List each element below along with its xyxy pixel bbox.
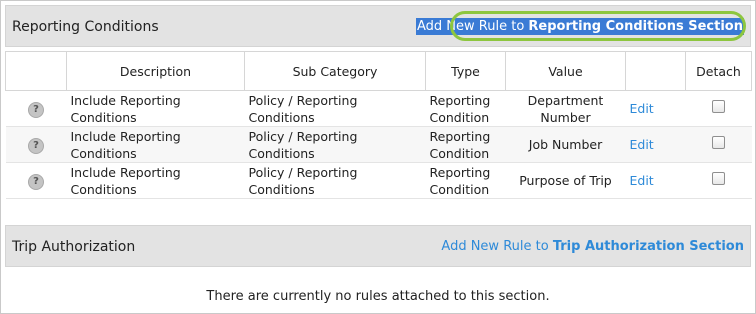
cell-description: Include Reporting Conditions [66, 90, 245, 127]
rules-panel: Reporting Conditions Add New Rule to Rep… [0, 0, 756, 314]
help-icon[interactable]: ? [28, 174, 44, 190]
table-row: ? Include Reporting Conditions Policy / … [5, 126, 752, 163]
add-rule-prefix: Add New Rule to [441, 239, 553, 254]
cell-type: Reporting Condition [425, 162, 506, 199]
edit-link[interactable]: Edit [630, 101, 654, 116]
section-title: Trip Authorization [12, 239, 136, 255]
add-rule-trip-authorization-link[interactable]: Add New Rule to Trip Authorization Secti… [441, 226, 744, 268]
help-icon[interactable]: ? [28, 138, 44, 154]
edit-link[interactable]: Edit [630, 137, 654, 152]
cell-sub-category: Policy / Reporting Conditions [244, 90, 426, 127]
trip-authorization-header: Trip Authorization Add New Rule to Trip … [5, 225, 751, 267]
column-header-icon [5, 51, 67, 91]
detach-checkbox[interactable] [712, 172, 725, 185]
cell-value: Job Number [505, 126, 626, 163]
detach-checkbox[interactable] [712, 100, 725, 113]
empty-section-message: There are currently no rules attached to… [206, 289, 550, 304]
edit-link[interactable]: Edit [630, 173, 654, 188]
column-header-detach: Detach [685, 51, 752, 91]
column-header-type: Type [425, 51, 506, 91]
column-header-description: Description [66, 51, 245, 91]
rules-table: Description Sub Category Type Value Deta… [5, 51, 752, 199]
section-title: Reporting Conditions [12, 19, 159, 35]
cell-value: Purpose of Trip [505, 162, 626, 199]
cell-type: Reporting Condition [425, 126, 506, 163]
cell-description: Include Reporting Conditions [66, 162, 245, 199]
table-header-row: Description Sub Category Type Value Deta… [5, 51, 752, 91]
column-header-sub-category: Sub Category [244, 51, 426, 91]
highlight-ring [450, 11, 746, 41]
table-row: ? Include Reporting Conditions Policy / … [5, 162, 752, 199]
cell-sub-category: Policy / Reporting Conditions [244, 162, 426, 199]
cell-description: Include Reporting Conditions [66, 126, 245, 163]
cell-sub-category: Policy / Reporting Conditions [244, 126, 426, 163]
column-header-value: Value [505, 51, 626, 91]
cell-type: Reporting Condition [425, 90, 506, 127]
help-icon[interactable]: ? [28, 102, 44, 118]
column-header-edit [625, 51, 686, 91]
add-rule-section-name: Trip Authorization Section [552, 239, 744, 254]
detach-checkbox[interactable] [712, 136, 725, 149]
cell-value: Department Number [505, 90, 626, 127]
table-row: ? Include Reporting Conditions Policy / … [5, 90, 752, 127]
